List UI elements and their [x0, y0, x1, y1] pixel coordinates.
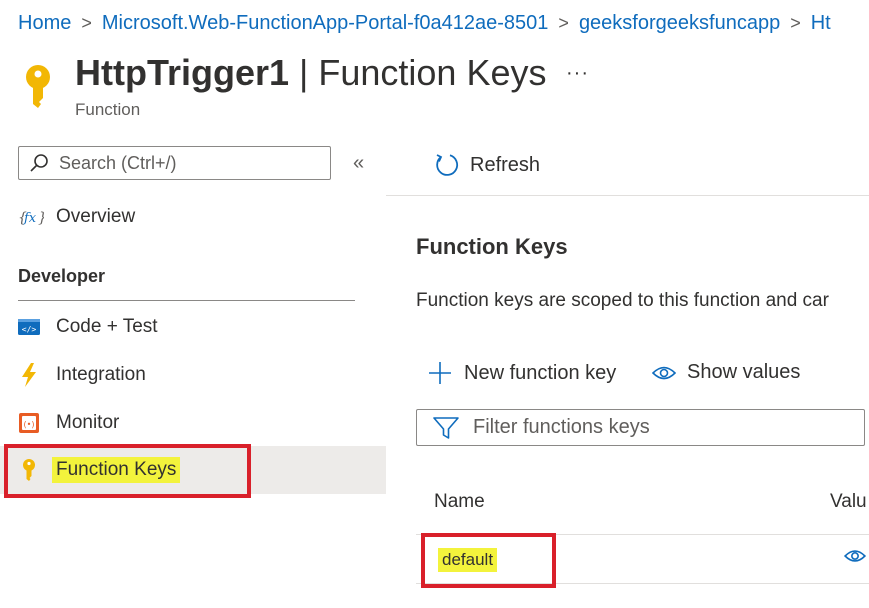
section-header-developer: Developer [18, 266, 106, 286]
chevron-right-icon: > [81, 13, 92, 33]
search-input[interactable] [57, 151, 321, 175]
eye-icon [652, 366, 676, 379]
filter-icon [433, 416, 459, 439]
sidebar-item-integration[interactable]: Integration [0, 351, 386, 399]
svg-text:fx: fx [23, 211, 37, 226]
refresh-label: Refresh [470, 153, 541, 176]
sidebar-item-code-test[interactable]: </> Code + Test [0, 303, 386, 351]
sidebar-item-label: Overview [56, 206, 136, 227]
svg-text:(•): (•) [24, 420, 35, 429]
svg-text:}: } [38, 210, 44, 226]
sidebar-item-overview[interactable]: { fx } Overview [0, 193, 386, 241]
new-function-key-button[interactable]: New function key [428, 361, 616, 385]
key-icon [26, 65, 50, 108]
annotation-box-default-key [421, 533, 556, 588]
more-options-button[interactable]: ··· [566, 62, 589, 85]
eye-icon[interactable] [844, 547, 866, 565]
new-function-key-label: New function key [464, 361, 617, 384]
annotation-box-function-keys [4, 444, 251, 498]
monitor-icon: (•) [18, 412, 40, 434]
show-values-label: Show values [687, 361, 801, 383]
column-header-value[interactable]: Valu [830, 491, 867, 513]
show-values-button[interactable]: Show values [652, 361, 800, 384]
column-header-name[interactable]: Name [434, 491, 485, 513]
lightning-icon [18, 363, 40, 387]
page-title-section: | Function Keys [289, 52, 547, 93]
function-icon: { fx } [18, 206, 44, 228]
breadcrumb-function-app[interactable]: geeksforgeeksfuncapp [579, 12, 780, 35]
sidebar-item-label: Code + Test [56, 316, 158, 337]
svg-text:</>: </> [22, 325, 37, 334]
sidebar-item-monitor[interactable]: (•) Monitor [0, 399, 386, 447]
breadcrumb: Home > Microsoft.Web-FunctionApp-Portal-… [18, 12, 831, 35]
breadcrumb-home[interactable]: Home [18, 12, 71, 35]
sidebar-search[interactable] [18, 146, 331, 180]
chevron-right-icon: > [790, 13, 801, 33]
filter-keys-box[interactable] [416, 409, 865, 446]
refresh-button[interactable]: Refresh [434, 152, 540, 178]
section-heading: Function Keys [416, 234, 568, 259]
chevron-right-icon: > [558, 13, 569, 33]
breadcrumb-function[interactable]: Ht [811, 12, 831, 35]
search-icon [30, 154, 48, 172]
description-text: Function keys are scoped to this functio… [416, 290, 829, 311]
sidebar-item-label: Integration [56, 364, 146, 385]
section-divider [18, 300, 355, 301]
page-subtitle: Function [75, 100, 141, 119]
page-title-function: HttpTrigger1 [75, 52, 290, 93]
page-title: HttpTrigger1 | Function Keys [75, 52, 546, 94]
refresh-icon [436, 154, 459, 176]
sidebar-item-label: Monitor [56, 412, 120, 433]
code-icon: </> [18, 316, 40, 338]
filter-input[interactable] [471, 415, 855, 440]
plus-icon [429, 362, 451, 384]
collapse-sidebar-button[interactable]: « [353, 152, 364, 175]
breadcrumb-resource-group[interactable]: Microsoft.Web-FunctionApp-Portal-f0a412a… [102, 12, 549, 35]
